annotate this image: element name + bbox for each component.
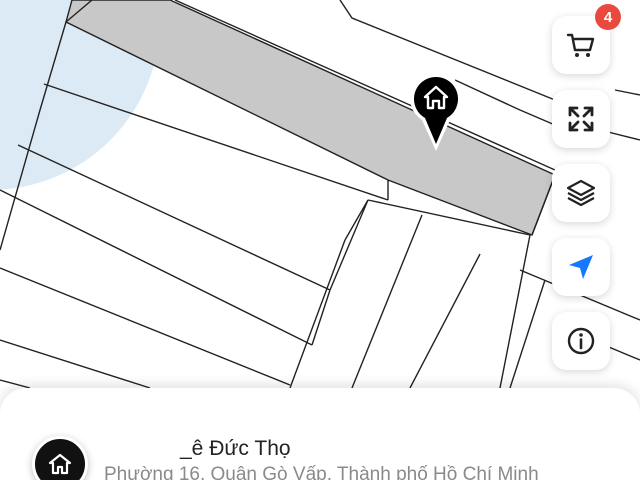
locate-me-button[interactable] xyxy=(552,238,610,296)
info-icon xyxy=(567,327,595,355)
place-street-name: _ê Đức Thọ xyxy=(180,437,291,460)
expand-icon xyxy=(568,106,594,132)
home-icon xyxy=(410,72,462,151)
map-pin[interactable] xyxy=(408,68,464,154)
layers-button[interactable] xyxy=(552,164,610,222)
navigation-arrow-icon xyxy=(569,255,593,279)
layers-icon xyxy=(566,179,596,207)
cart-icon xyxy=(566,33,595,57)
home-icon xyxy=(48,453,72,475)
place-address: Phường 16, Quận Gò Vấp, Thành phố Hồ Chí… xyxy=(104,464,539,480)
info-button[interactable] xyxy=(552,312,610,370)
cart-count-badge: 4 xyxy=(595,4,621,30)
fullscreen-button[interactable] xyxy=(552,90,610,148)
